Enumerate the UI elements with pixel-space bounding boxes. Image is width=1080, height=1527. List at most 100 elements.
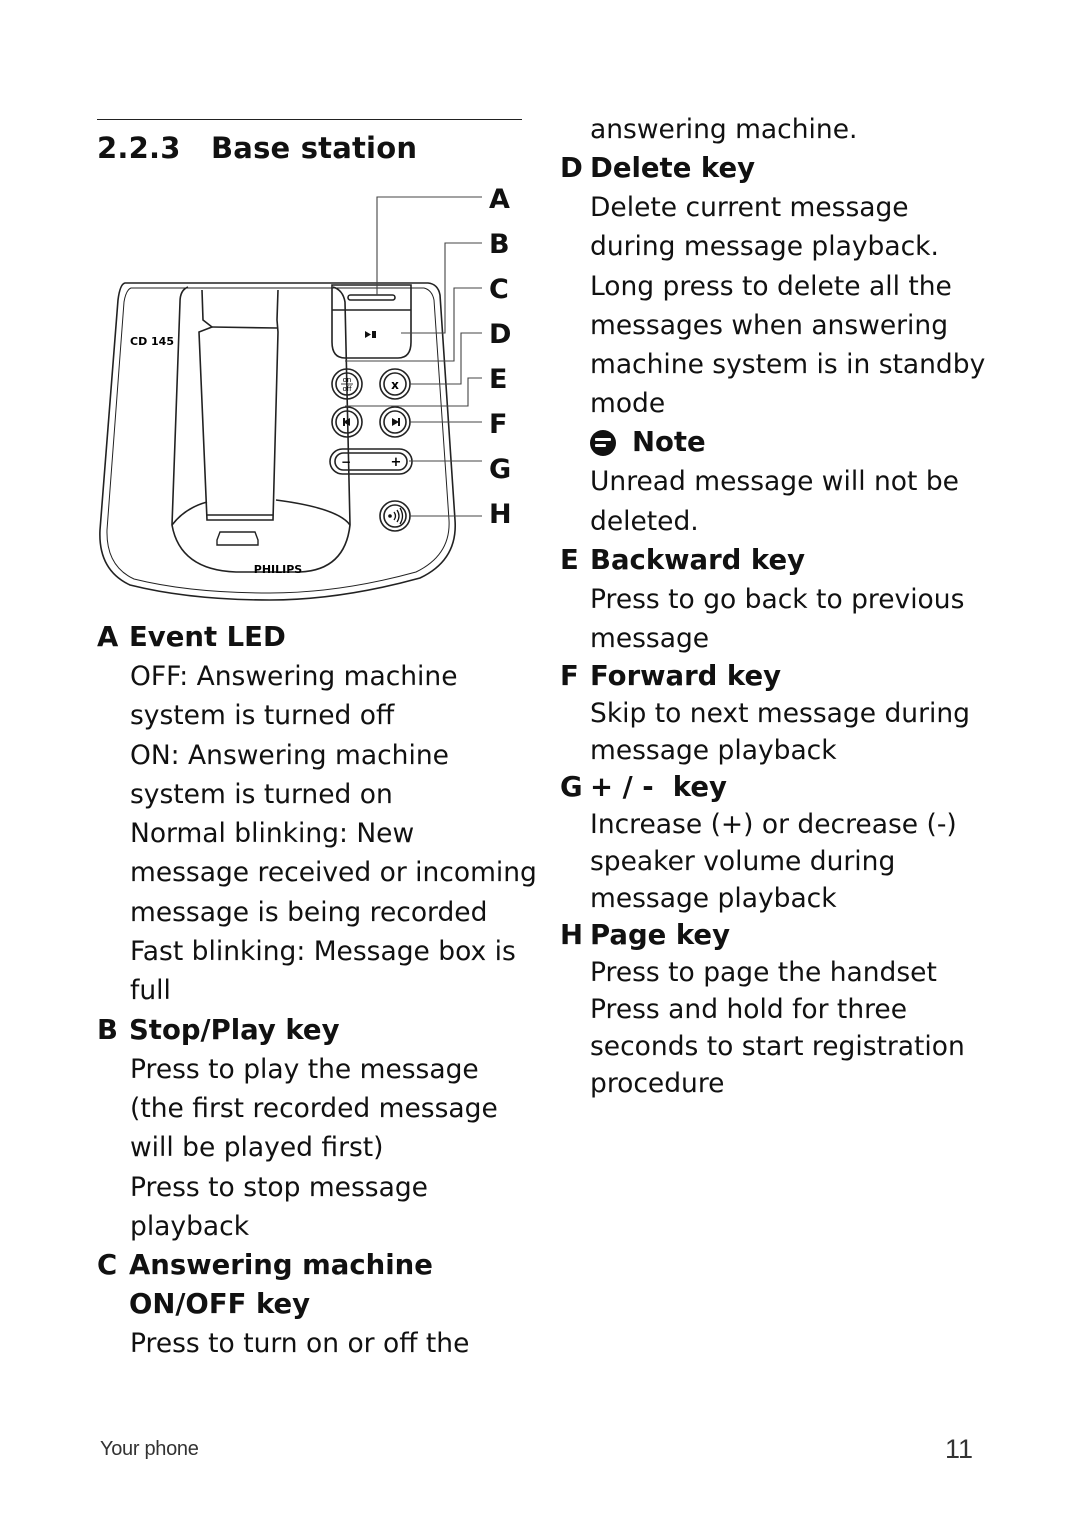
item-b-title: B Stop/Play key	[97, 1011, 527, 1050]
forward-icon	[392, 418, 399, 426]
note-heading: Note	[560, 423, 990, 462]
item-letter: H	[560, 919, 584, 952]
item-c-line: answering machine.	[590, 114, 858, 145]
item-title-text: + / - key	[590, 771, 727, 804]
item-f-title: F Forward key	[560, 658, 990, 695]
volume-plus-glyph: +	[391, 455, 402, 470]
leader-a	[376, 196, 482, 295]
item-h-line: Press and hold for three	[590, 994, 908, 1026]
item-title-text: Answering machine	[129, 1249, 433, 1282]
callout-f: F	[489, 409, 507, 440]
note-icon	[590, 429, 616, 456]
item-g-title: G + / - key	[560, 769, 990, 806]
note-line: Unread message will not be	[590, 466, 959, 498]
item-c: C Answering machine ON/OFF key Press to t…	[97, 1246, 527, 1363]
item-a-line: message received or incoming	[130, 857, 537, 889]
note-title: Note	[632, 426, 706, 459]
item-e-line: message	[590, 623, 710, 655]
item-d-line: Delete current message	[590, 192, 909, 224]
item-g-line: Increase (+) or decrease (-)	[590, 809, 957, 841]
item-e-title: E Backward key	[560, 541, 990, 580]
callout-b: B	[489, 229, 510, 260]
item-e: E Backward key Press to go back to previo…	[560, 541, 990, 658]
footer-page-number: 11	[945, 1434, 974, 1464]
item-title-text: Forward key	[590, 660, 782, 693]
callout-a: A	[489, 184, 510, 215]
item-title-text: Page key	[590, 919, 731, 952]
item-a-line: system is turned on	[130, 778, 393, 810]
callout-h: H	[489, 499, 512, 530]
item-a-line: ON: Answering machine	[130, 739, 449, 771]
item-b-line: Press to stop message	[130, 1171, 428, 1203]
item-f: F Forward key Skip to next message during…	[560, 658, 990, 769]
cradle-outline	[171, 286, 351, 573]
item-b-line: will be played first)	[130, 1132, 384, 1164]
right-column: answering machine. D Delete key Delete cu…	[560, 110, 990, 1102]
base-station-diagram: on off x − + CD 145 PHILIPS A B C D E F …	[99, 184, 512, 601]
item-c-line: Press to turn on or off the	[130, 1328, 470, 1360]
item-f-line: message playback	[590, 735, 837, 767]
item-g-line: message playback	[590, 883, 837, 915]
left-column: A Event LED OFF: Answering machine system…	[97, 618, 537, 1363]
item-d-line: messages when answering	[590, 309, 949, 341]
item-h-line: seconds to start registration	[590, 1031, 965, 1063]
section-title: Base station	[211, 131, 418, 165]
item-a-line: message is being recorded	[130, 896, 488, 928]
item-g-line: speaker volume during	[590, 846, 896, 878]
item-h-title: H Page key	[560, 917, 990, 954]
item-h-line: procedure	[590, 1068, 725, 1100]
item-d-title: D Delete key	[560, 149, 990, 188]
item-letter: C	[97, 1249, 118, 1282]
section-heading: 2.2.3 Base station	[97, 131, 417, 165]
section-number: 2.2.3	[97, 131, 181, 165]
volume-minus-glyph: −	[341, 455, 351, 469]
item-b-line: playback	[130, 1210, 250, 1242]
item-b-line: (the first recorded message	[130, 1092, 498, 1124]
item-letter: E	[560, 543, 579, 576]
on-off-key-label-top: on	[343, 376, 352, 384]
item-title-text: Stop/Play key	[129, 1013, 340, 1046]
callout-e: E	[489, 364, 507, 395]
item-a: A Event LED OFF: Answering machine system…	[97, 618, 537, 1011]
item-d: D Delete key Delete current message durin…	[560, 149, 990, 541]
item-g: G + / - key Increase (+) or decrease (-) …	[560, 769, 990, 917]
item-b-line: Press to play the message	[130, 1053, 479, 1085]
on-off-key-label-bottom: off	[342, 385, 351, 393]
item-letter: B	[97, 1013, 118, 1046]
item-a-line: OFF: Answering machine	[130, 661, 458, 692]
item-f-line: Skip to next message during	[590, 698, 970, 730]
item-d-line: during message playback.	[590, 231, 939, 263]
item-letter: G	[560, 771, 583, 804]
item-c-title-cont: ON/OFF key	[129, 1288, 311, 1321]
item-a-line: Normal blinking: New	[130, 818, 415, 850]
model-label: CD 145	[130, 335, 174, 348]
item-h-line: Press to page the handset	[590, 957, 937, 989]
callout-g: G	[489, 454, 511, 485]
brand-label: PHILIPS	[254, 563, 303, 576]
charging-contacts	[216, 531, 259, 546]
section-top-rule	[97, 119, 522, 120]
item-letter: D	[560, 152, 583, 185]
item-e-line: Press to go back to previous	[590, 583, 965, 615]
item-d-line: mode	[590, 388, 666, 420]
item-a-line: system is turned off	[130, 700, 395, 732]
footer-section-name: Your phone	[100, 1438, 199, 1460]
item-a-title: A Event LED	[97, 618, 527, 657]
item-h: H Page key Press to page the handset Pres…	[560, 917, 990, 1102]
item-title-text: Backward key	[590, 543, 806, 576]
cradle-slot	[198, 289, 279, 521]
note-line: deleted.	[590, 505, 699, 537]
item-c-title: C Answering machine	[97, 1246, 527, 1285]
item-d-line: machine system is in standby	[590, 349, 986, 381]
play-pause-icon	[365, 331, 371, 338]
item-title-text: Event LED	[129, 621, 286, 653]
callout-c: C	[489, 274, 509, 305]
item-title-text: Delete key	[590, 152, 756, 185]
callout-d: D	[489, 319, 511, 350]
item-letter: A	[97, 621, 119, 653]
item-letter: F	[560, 660, 579, 693]
page-icon	[388, 514, 392, 518]
item-d-line: Long press to delete all the	[590, 270, 952, 302]
delete-key-glyph: x	[391, 378, 399, 392]
event-led	[347, 294, 396, 301]
